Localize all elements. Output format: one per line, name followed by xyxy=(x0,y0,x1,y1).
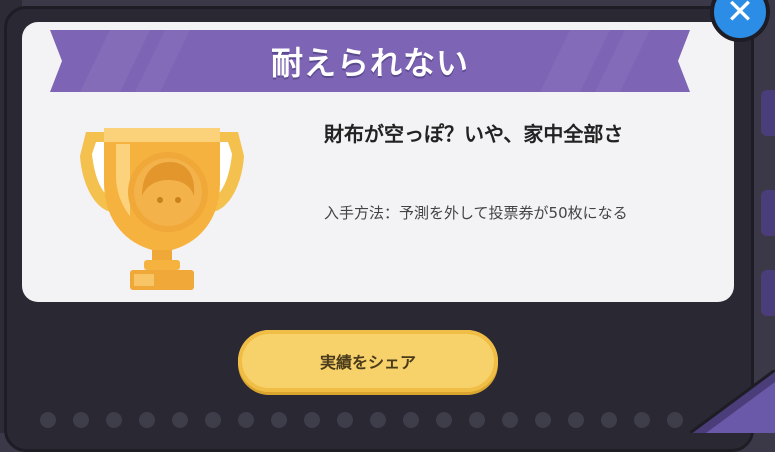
trophy-icon xyxy=(72,126,252,298)
achievement-name: 耐えられない xyxy=(270,44,469,82)
achievement-title: 財布が空っぽ？いや、家中全部さ xyxy=(324,122,624,146)
ticket-perforation xyxy=(40,412,720,442)
side-tab xyxy=(761,270,775,316)
side-tab xyxy=(761,190,775,236)
achievement-ribbon: 耐えられない xyxy=(50,30,690,92)
close-icon: ✕ xyxy=(725,0,755,32)
achievement-description: 入手方法：予測を外して投票券が50枚になる xyxy=(324,204,628,222)
corner-decoration xyxy=(689,368,775,437)
share-achievement-button[interactable]: 実績をシェア xyxy=(238,330,498,392)
side-tab xyxy=(761,90,775,136)
